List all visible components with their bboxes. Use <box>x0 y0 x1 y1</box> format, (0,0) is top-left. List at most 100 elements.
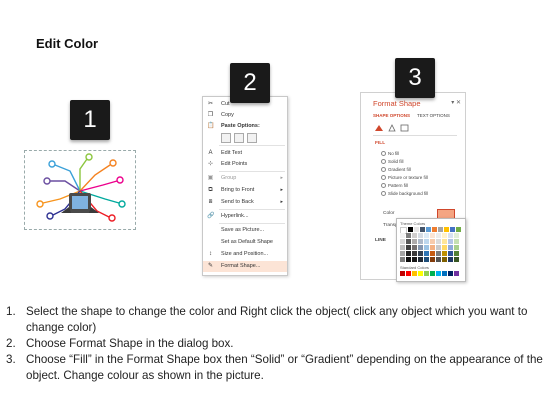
color-swatch[interactable] <box>420 227 425 232</box>
color-swatch[interactable] <box>418 239 423 244</box>
color-swatch[interactable] <box>454 233 459 238</box>
fill-option-picture-texture[interactable]: Picture or texture fill <box>381 175 428 180</box>
color-swatch[interactable] <box>406 251 411 256</box>
color-swatch[interactable] <box>430 271 435 276</box>
color-swatch[interactable] <box>442 239 447 244</box>
color-swatch[interactable] <box>436 245 441 250</box>
color-swatch[interactable] <box>406 245 411 250</box>
menu-item-save-as-picture[interactable]: Save as Picture... <box>203 225 287 236</box>
close-icon[interactable]: ▾ ✕ <box>451 99 461 106</box>
menu-item-edit-points[interactable]: ⊹ Edit Points <box>203 159 287 170</box>
standard-color-row <box>400 271 460 277</box>
color-swatch[interactable] <box>430 239 435 244</box>
fill-section-header[interactable]: FILL <box>375 141 385 146</box>
paste-keep-format-icon[interactable] <box>221 133 231 143</box>
color-swatch[interactable] <box>442 233 447 238</box>
tab-shape-options[interactable]: SHAPE OPTIONS <box>373 113 410 118</box>
color-swatch[interactable] <box>454 271 459 276</box>
color-swatch[interactable] <box>412 251 417 256</box>
color-swatch[interactable] <box>444 227 449 232</box>
color-swatch[interactable] <box>400 271 405 276</box>
color-swatch[interactable] <box>456 227 461 232</box>
color-swatch[interactable] <box>406 271 411 276</box>
color-swatch[interactable] <box>436 251 441 256</box>
color-swatch[interactable] <box>432 227 437 232</box>
menu-item-bring-to-front[interactable]: ⧉ Bring to Front ▸ <box>203 185 287 196</box>
menu-item-group[interactable]: ▣ Group ▸ <box>203 173 287 184</box>
menu-item-edit-text[interactable]: A Edit Text <box>203 148 287 159</box>
color-swatch[interactable] <box>424 239 429 244</box>
color-swatch[interactable] <box>412 233 417 238</box>
color-swatch[interactable] <box>454 251 459 256</box>
color-swatch[interactable] <box>442 257 447 262</box>
color-swatch[interactable] <box>418 257 423 262</box>
paste-picture-icon[interactable] <box>234 133 244 143</box>
color-swatch[interactable] <box>424 251 429 256</box>
menu-item-send-to-back[interactable]: ⧈ Send to Back ▸ <box>203 197 287 208</box>
color-swatch[interactable] <box>430 233 435 238</box>
color-swatch[interactable] <box>438 227 443 232</box>
color-swatch[interactable] <box>430 257 435 262</box>
color-swatch[interactable] <box>430 251 435 256</box>
color-swatch[interactable] <box>418 233 423 238</box>
color-swatch[interactable] <box>442 271 447 276</box>
fill-option-gradient[interactable]: Gradient fill <box>381 167 411 172</box>
color-swatch[interactable] <box>424 257 429 262</box>
fill-option-solid[interactable]: Solid fill <box>381 159 404 164</box>
color-swatch[interactable] <box>412 245 417 250</box>
color-swatch[interactable] <box>424 233 429 238</box>
menu-item-set-default-shape[interactable]: Set as Default Shape <box>203 237 287 248</box>
size-properties-icon <box>400 124 409 132</box>
color-swatch[interactable] <box>450 227 455 232</box>
step-item: 3. Choose “Fill” in the Format Shape box … <box>6 353 543 382</box>
color-swatch[interactable] <box>412 257 417 262</box>
color-swatch[interactable] <box>406 233 411 238</box>
color-swatch[interactable] <box>448 245 453 250</box>
color-swatch[interactable] <box>424 245 429 250</box>
color-swatch[interactable] <box>424 271 429 276</box>
color-swatch[interactable] <box>412 271 417 276</box>
color-swatch[interactable] <box>448 257 453 262</box>
color-swatch[interactable] <box>414 227 419 232</box>
color-swatch[interactable] <box>442 251 447 256</box>
color-swatch[interactable] <box>448 271 453 276</box>
color-swatch[interactable] <box>400 245 405 250</box>
color-swatch[interactable] <box>412 239 417 244</box>
menu-item-hyperlink[interactable]: 🔗 Hyperlink... <box>203 211 287 222</box>
standard-colors-label: Standard Colors <box>400 265 429 270</box>
color-swatch[interactable] <box>454 245 459 250</box>
color-swatch[interactable] <box>454 257 459 262</box>
color-swatch[interactable] <box>436 233 441 238</box>
color-swatch[interactable] <box>448 239 453 244</box>
color-swatch[interactable] <box>454 239 459 244</box>
color-swatch[interactable] <box>400 257 405 262</box>
color-swatch[interactable] <box>408 227 413 232</box>
color-swatch[interactable] <box>418 245 423 250</box>
color-swatch[interactable] <box>436 271 441 276</box>
color-swatch[interactable] <box>448 251 453 256</box>
menu-item-size-position[interactable]: ↕ Size and Position... <box>203 249 287 260</box>
color-swatch[interactable] <box>400 233 405 238</box>
color-swatch[interactable] <box>436 257 441 262</box>
fill-option-pattern[interactable]: Pattern fill <box>381 183 408 188</box>
color-swatch[interactable] <box>418 251 423 256</box>
color-swatch[interactable] <box>406 239 411 244</box>
color-swatch[interactable] <box>430 245 435 250</box>
color-swatch[interactable] <box>418 271 423 276</box>
fill-option-no-fill[interactable]: No fill <box>381 151 399 156</box>
paste-text-only-icon[interactable] <box>247 133 257 143</box>
color-swatch[interactable] <box>448 233 453 238</box>
color-swatch[interactable] <box>442 245 447 250</box>
menu-item-copy[interactable]: ❐ Copy <box>203 110 287 121</box>
color-swatch[interactable] <box>400 239 405 244</box>
tab-text-options[interactable]: TEXT OPTIONS <box>417 113 450 118</box>
color-swatch[interactable] <box>400 251 405 256</box>
color-swatch[interactable] <box>406 257 411 262</box>
fill-option-slide-background[interactable]: Slide background fill <box>381 191 428 196</box>
color-swatch[interactable] <box>426 227 431 232</box>
scissors-icon: ✂ <box>207 101 214 107</box>
menu-item-format-shape[interactable]: ✎ Format Shape... <box>203 261 287 272</box>
line-section-header[interactable]: LINE <box>375 238 386 243</box>
selected-shape-illustration[interactable] <box>24 150 136 230</box>
color-swatch[interactable] <box>436 239 441 244</box>
